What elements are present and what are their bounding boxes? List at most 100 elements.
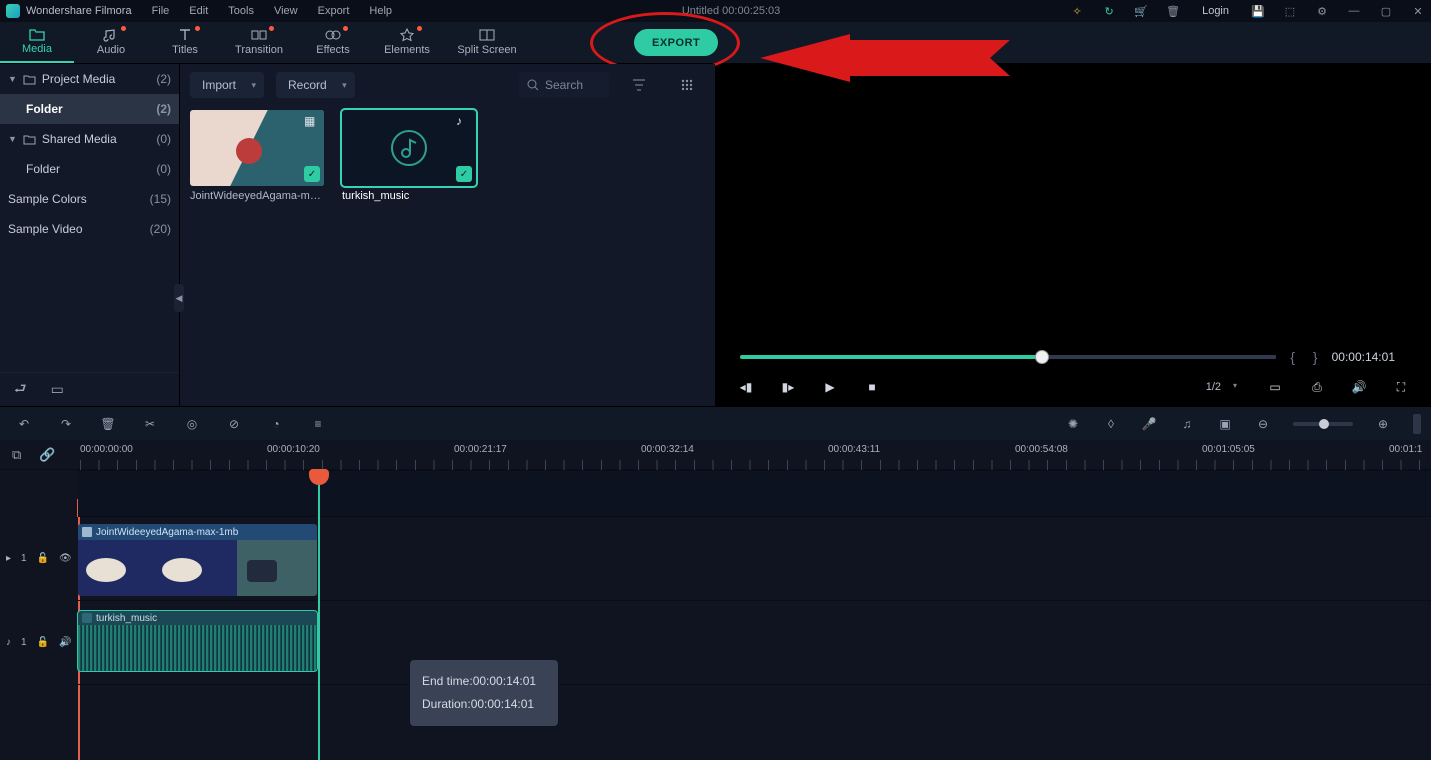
tab-split-screen[interactable]: Split Screen xyxy=(444,21,530,63)
crop-icon[interactable]: ◎ xyxy=(184,416,200,432)
tab-titles[interactable]: Titles xyxy=(148,21,222,63)
library-sample-colors[interactable]: Sample Colors (15) xyxy=(0,184,179,214)
marker-icon[interactable]: ◊ xyxy=(1103,416,1119,432)
wand-icon[interactable]: ✧ xyxy=(1070,4,1084,18)
close-icon[interactable]: ✕ xyxy=(1411,4,1425,18)
tab-effects[interactable]: Effects xyxy=(296,21,370,63)
split-screen-icon xyxy=(479,28,495,42)
delete-icon[interactable]: 🗑 xyxy=(100,416,116,432)
display-icon[interactable]: ▭ xyxy=(1267,379,1283,395)
cut-icon[interactable]: ✂ xyxy=(142,416,158,432)
cart-icon[interactable]: 🛒 xyxy=(1134,4,1148,18)
track-empty[interactable] xyxy=(78,684,1431,744)
mic-icon[interactable]: 🎤 xyxy=(1141,416,1157,432)
next-frame-icon[interactable]: ▮▸ xyxy=(780,379,796,395)
preview-time: 00:00:14:01 xyxy=(1332,350,1395,364)
menu-file[interactable]: File xyxy=(152,5,170,17)
tab-media[interactable]: Media xyxy=(0,21,74,63)
library-folder-project[interactable]: Folder (2) xyxy=(0,94,179,124)
track-blank[interactable] xyxy=(78,470,1431,516)
grid-view-icon[interactable] xyxy=(669,72,705,98)
menu-export[interactable]: Export xyxy=(318,5,350,17)
menu-help[interactable]: Help xyxy=(369,5,392,17)
minimize-icon[interactable]: — xyxy=(1347,4,1361,18)
collapse-panel-icon[interactable]: ◀ xyxy=(174,284,184,312)
folder-icon[interactable]: ▭ xyxy=(51,381,64,398)
export-button[interactable]: EXPORT xyxy=(634,29,718,56)
tab-elements[interactable]: Elements xyxy=(370,21,444,63)
menu-edit[interactable]: Edit xyxy=(189,5,208,17)
library-sample-video[interactable]: Sample Video (20) xyxy=(0,214,179,244)
video-track-header[interactable]: ▸1 🔓 👁 xyxy=(0,516,78,600)
titles-icon xyxy=(177,28,193,42)
library-folder-shared[interactable]: Folder (0) xyxy=(0,154,179,184)
mark-in-icon[interactable]: { xyxy=(1290,349,1295,365)
eye-icon[interactable]: 👁 xyxy=(59,553,72,564)
media-thumbnail-video[interactable]: ▦ ✓ JointWideeyedAgama-ma... xyxy=(190,110,324,202)
import-dropdown[interactable]: Import xyxy=(190,72,264,98)
app-name: Wondershare Filmora xyxy=(26,5,132,17)
adjust-icon[interactable]: ≡ xyxy=(310,416,326,432)
open-icon[interactable]: ⬚ xyxy=(1283,4,1297,18)
play-icon[interactable]: ▶ xyxy=(822,379,838,395)
tab-audio[interactable]: Audio xyxy=(74,21,148,63)
media-thumbnail-audio[interactable]: ♪ ✓ turkish_music xyxy=(342,110,476,202)
zoom-in-icon[interactable]: ⊕ xyxy=(1375,416,1391,432)
save-icon[interactable]: 💾 xyxy=(1251,4,1265,18)
maximize-icon[interactable]: ▢ xyxy=(1379,4,1393,18)
stop-icon[interactable]: ■ xyxy=(864,379,880,395)
video-clip[interactable]: JointWideeyedAgama-max-1mb xyxy=(78,524,317,596)
caret-down-icon: ▼ xyxy=(8,134,17,144)
undo-icon[interactable]: ↶ xyxy=(16,416,32,432)
filter-icon[interactable] xyxy=(621,72,657,98)
library-group-shared-media[interactable]: ▼ Shared Media (0) xyxy=(0,124,179,154)
zoom-slider[interactable] xyxy=(1293,422,1353,426)
render-icon[interactable]: ✺ xyxy=(1065,416,1081,432)
volume-icon[interactable]: 🔊 xyxy=(1351,379,1367,395)
fullscreen-icon[interactable]: ⛶ xyxy=(1393,379,1409,395)
mark-out-icon[interactable]: } xyxy=(1313,349,1318,365)
snapshot-icon[interactable]: ⎙ xyxy=(1309,379,1325,395)
waveform xyxy=(78,625,317,671)
trash-icon[interactable]: 🗑 xyxy=(1166,4,1180,18)
new-folder-icon[interactable]: ⮐ xyxy=(14,378,27,402)
audio-track-header[interactable]: ♪1 🔓 🔊 xyxy=(0,600,78,684)
audio-track[interactable]: turkish_music xyxy=(78,600,1431,684)
copy-icon[interactable]: ⧉ xyxy=(12,447,21,463)
lock-icon[interactable]: 🔓 xyxy=(37,637,49,648)
tab-transition[interactable]: Transition xyxy=(222,21,296,63)
menu-tools[interactable]: Tools xyxy=(228,5,254,17)
ruler-tick: 00:01:1 xyxy=(1389,444,1422,455)
progress-knob[interactable] xyxy=(1035,350,1049,364)
speaker-icon[interactable]: 🔊 xyxy=(59,637,71,648)
timeline-scroll-icon[interactable] xyxy=(1413,414,1421,434)
checkmark-icon: ✓ xyxy=(456,166,472,182)
refresh-icon[interactable]: ↻ xyxy=(1102,4,1116,18)
speed-icon[interactable]: ⊘ xyxy=(226,416,242,432)
library-group-project-media[interactable]: ▼ Project Media (2) xyxy=(0,64,179,94)
audio-clip[interactable]: turkish_music xyxy=(78,611,317,671)
settings-icon[interactable]: ⚙ xyxy=(1315,4,1329,18)
preview-scale-dropdown[interactable]: 1/2 xyxy=(1200,381,1241,393)
time-ruler[interactable]: 00:00:00:00 00:00:10:20 00:00:21:17 00:0… xyxy=(80,440,1431,470)
keyframe-icon[interactable]: ▣ xyxy=(1217,416,1233,432)
transition-icon xyxy=(251,28,267,42)
prev-frame-icon[interactable]: ◂▮ xyxy=(738,379,754,395)
zoom-out-icon[interactable]: ⊖ xyxy=(1255,416,1271,432)
ruler-tick: 00:00:21:17 xyxy=(454,444,507,455)
redo-icon[interactable]: ↷ xyxy=(58,416,74,432)
lock-icon[interactable]: 🔓 xyxy=(37,553,49,564)
video-track[interactable]: JointWideeyedAgama-max-1mb xyxy=(78,516,1431,600)
main-area: ▼ Project Media (2) Folder (2) ▼ Shared … xyxy=(0,64,1431,406)
menu-view[interactable]: View xyxy=(274,5,298,17)
mixer-icon[interactable]: ♫ xyxy=(1179,416,1195,432)
clip-title: turkish_music xyxy=(96,613,157,624)
progress-bar[interactable] xyxy=(740,355,1276,359)
record-dropdown[interactable]: Record xyxy=(276,72,355,98)
login-button[interactable]: Login xyxy=(1198,5,1233,17)
playhead[interactable] xyxy=(318,470,320,760)
search-input[interactable]: Search xyxy=(519,72,609,98)
timer-icon[interactable]: ◔ xyxy=(268,416,284,432)
end-time-label: End time: xyxy=(422,674,473,688)
link-icon[interactable]: 🔗 xyxy=(39,447,55,463)
